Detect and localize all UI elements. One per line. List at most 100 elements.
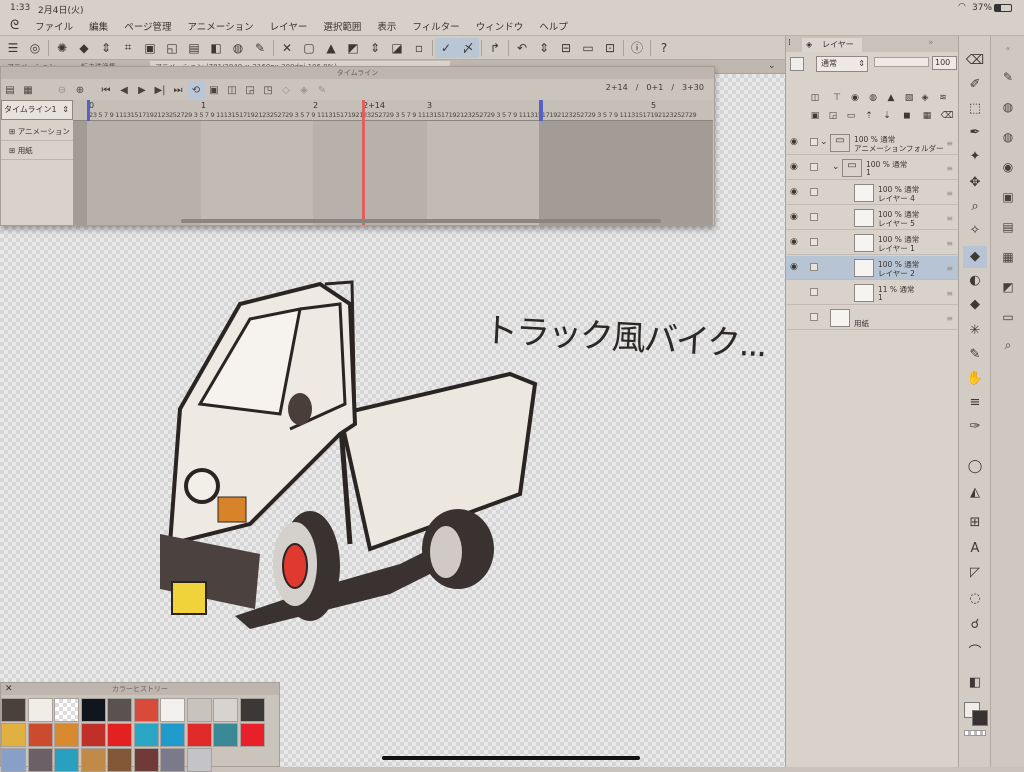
line-tool-icon[interactable]: ≡: [963, 392, 987, 414]
color-swatch[interactable]: [186, 723, 212, 747]
color-swatch[interactable]: [80, 748, 106, 772]
mask-icon[interactable]: ◈: [918, 93, 932, 107]
blend-tool-icon[interactable]: ◐: [963, 270, 987, 292]
stroke-smooth-icon[interactable]: 〆: [457, 37, 479, 58]
transform-icon[interactable]: ▣: [139, 38, 161, 58]
layer-row[interactable]: ◉ 100 % 通常 レイヤー 2 ≡: [786, 256, 959, 280]
chevron-updown-icon[interactable]: ⇕: [364, 38, 386, 58]
trash-icon[interactable]: ⌫: [940, 111, 954, 125]
color-ruler-icon[interactable]: ◩: [342, 38, 364, 58]
menu-layer[interactable]: レイヤー: [262, 19, 316, 33]
color-swatch[interactable]: [107, 748, 132, 772]
layer-row[interactable]: ◉ 100 % 通常 レイヤー 5 ≡: [786, 206, 959, 230]
ruler-tool-icon[interactable]: ◸: [963, 562, 987, 584]
range-start-marker[interactable]: [87, 100, 90, 121]
timeline-row-paper[interactable]: ⊞ 用紙: [1, 142, 73, 160]
layer-down-icon[interactable]: ⇣: [880, 111, 894, 125]
fill-bucket-icon[interactable]: ◆: [73, 38, 95, 58]
select-layer-icon[interactable]: ⬚: [963, 98, 987, 120]
sub-view-icon[interactable]: ▤: [997, 216, 1019, 238]
lasso-icon[interactable]: ◌: [963, 588, 987, 610]
playhead[interactable]: [362, 100, 365, 225]
timeline-selector[interactable]: タイムライン1 ⇕: [1, 100, 73, 120]
first-frame-icon[interactable]: ⏮: [97, 81, 115, 99]
layer-lock-checkbox[interactable]: [810, 188, 818, 196]
pattern-icon[interactable]: ◍: [227, 38, 249, 58]
onion-skin-icon[interactable]: ◇: [277, 81, 295, 99]
chevron-down-icon[interactable]: ⌄: [768, 61, 776, 71]
color-swatch[interactable]: [239, 723, 265, 747]
sync-icon[interactable]: ⊡: [599, 38, 621, 58]
last-frame-icon[interactable]: ⏭: [169, 81, 187, 99]
expand-icon[interactable]: ⊞: [9, 146, 15, 155]
color-swatch[interactable]: [160, 748, 185, 772]
clear-icon[interactable]: ✕: [276, 38, 298, 58]
export-icon[interactable]: ▢: [298, 38, 320, 58]
loop-icon[interactable]: ⟲: [187, 81, 205, 99]
visibility-eye-icon[interactable]: ◉: [790, 262, 798, 272]
color-swatch[interactable]: [80, 723, 106, 747]
visibility-eye-icon[interactable]: ◉: [790, 212, 798, 222]
copy-layer-icon[interactable]: ◫: [808, 93, 822, 107]
text-icon[interactable]: A: [963, 538, 987, 560]
redo-arrow-icon[interactable]: ↱: [484, 38, 506, 58]
visibility-eye-icon[interactable]: ◉: [790, 162, 798, 172]
color-swatch[interactable]: [27, 698, 53, 722]
chevron-updown-icon[interactable]: ⇕: [95, 38, 117, 58]
next-frame-icon[interactable]: ▶|: [151, 81, 169, 99]
expand-icon[interactable]: «: [997, 38, 1019, 60]
split-view-icon[interactable]: ⊟: [555, 38, 577, 58]
drag-handle-icon[interactable]: ≡: [946, 164, 953, 173]
color-swatch[interactable]: [27, 723, 53, 747]
sub-color-swatch[interactable]: [972, 710, 988, 726]
color-swatch[interactable]: [1, 748, 26, 772]
zoom-in-icon[interactable]: ⊕: [71, 81, 89, 99]
help-icon[interactable]: ?: [653, 38, 675, 58]
cel-specify-icon[interactable]: ◳: [259, 81, 277, 99]
tab-layer[interactable]: ◈ レイヤー: [802, 38, 862, 52]
chevron-updown-icon[interactable]: ⇕: [533, 38, 555, 58]
search-layer-icon[interactable]: ⌕: [997, 334, 1019, 356]
decoration-icon[interactable]: ✳: [963, 320, 987, 342]
app-logo-icon[interactable]: ᘓ: [0, 18, 27, 33]
pen-line-icon[interactable]: ✎: [249, 38, 271, 58]
play-icon[interactable]: ▶: [133, 81, 151, 99]
hamburger-menu-icon[interactable]: ☰: [2, 38, 24, 58]
merge-icon[interactable]: ▦: [920, 111, 934, 125]
color-wheel-icon[interactable]: ✎: [997, 66, 1019, 88]
menu-filter[interactable]: フィルター: [404, 19, 467, 33]
history-icon[interactable]: ▭: [997, 306, 1019, 328]
menu-view[interactable]: 表示: [369, 19, 404, 33]
sparkle-icon[interactable]: ✦: [963, 146, 987, 168]
prev-frame-icon[interactable]: ◀: [115, 81, 133, 99]
color-swatch[interactable]: [133, 748, 159, 772]
opacity-slider[interactable]: [874, 57, 929, 67]
gradient-icon[interactable]: ◪: [386, 38, 408, 58]
undo-icon[interactable]: ↶: [511, 38, 533, 58]
color-swatch[interactable]: [107, 723, 132, 747]
zoom-icon[interactable]: ⌕: [963, 196, 987, 218]
color-swatch[interactable]: [239, 698, 265, 722]
move-icon[interactable]: ✥: [963, 172, 987, 194]
color-swatch[interactable]: [80, 698, 106, 722]
blend-mode-select[interactable]: 通常 ⇕: [816, 56, 868, 72]
menu-window[interactable]: ウィンドウ: [468, 19, 532, 33]
color-swatch[interactable]: [213, 698, 238, 722]
visibility-eye-icon[interactable]: ◉: [790, 237, 798, 247]
cel-icon[interactable]: ◲: [241, 81, 259, 99]
new-cel-icon[interactable]: ▣: [205, 81, 223, 99]
stroke-check-icon[interactable]: ✓: [435, 37, 457, 58]
timeline-grid[interactable]: 0 1 2 2+14 3 5 23 5 7 9 1113151719212325…: [73, 100, 713, 225]
color-swatch[interactable]: [213, 723, 238, 747]
drag-handle-icon[interactable]: ≡: [946, 289, 953, 298]
timeline-row-animation[interactable]: ⊞ アニメーション: [1, 123, 73, 141]
drag-handle-icon[interactable]: ≡: [946, 139, 953, 148]
close-icon[interactable]: ✕: [5, 684, 13, 694]
light-table-icon[interactable]: ◈: [295, 81, 313, 99]
expand-icon[interactable]: ⊞: [9, 127, 15, 136]
speech-bubble-icon[interactable]: ◯: [963, 456, 987, 478]
auto-select-icon[interactable]: ☌: [963, 614, 987, 636]
pen-nib-icon[interactable]: ✑: [963, 416, 987, 438]
zoom-out-icon[interactable]: ⊖: [53, 81, 71, 99]
draft-icon[interactable]: ◍: [866, 93, 880, 107]
